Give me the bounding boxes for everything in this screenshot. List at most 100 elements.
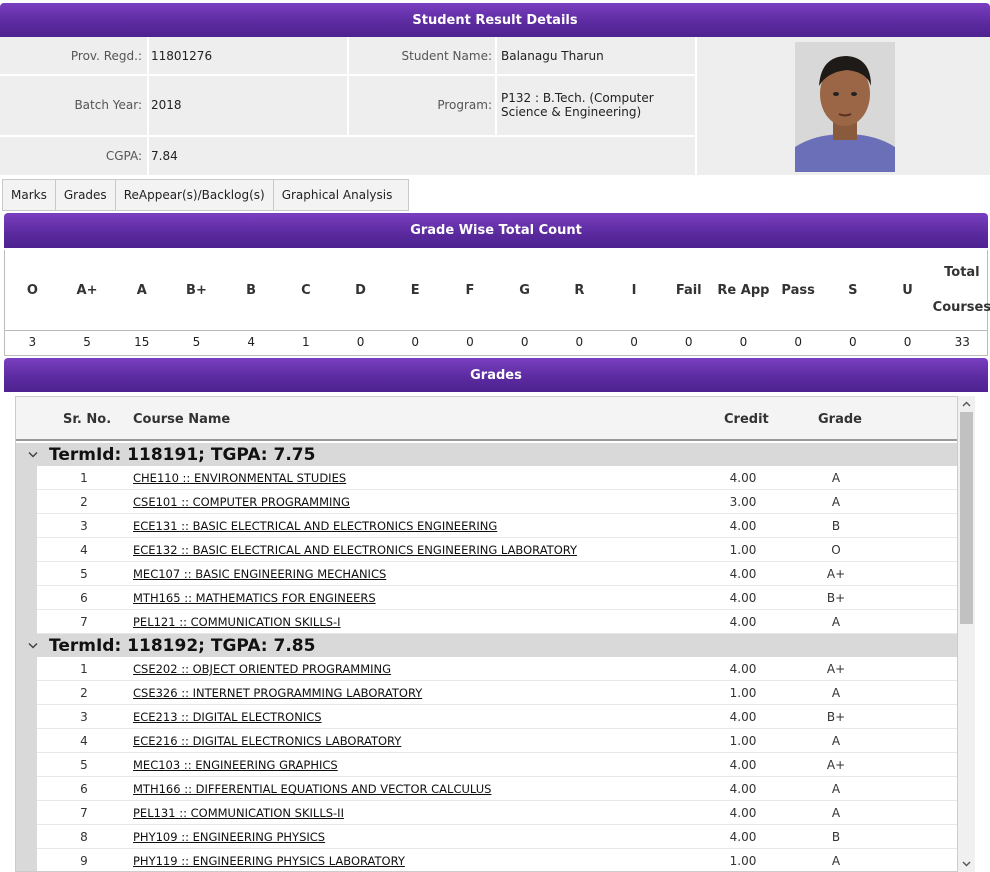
course-link[interactable]: MTH166 :: DIFFERENTIAL EQUATIONS AND VEC… bbox=[133, 777, 491, 801]
course-link[interactable]: CHE110 :: ENVIRONMENTAL STUDIES bbox=[133, 466, 346, 490]
column-course-name[interactable]: Course Name bbox=[133, 397, 230, 441]
group-indent bbox=[16, 705, 37, 729]
scrollbar-thumb[interactable] bbox=[960, 412, 973, 624]
group-indent bbox=[16, 681, 37, 705]
table-row: 5 MEC107 :: BASIC ENGINEERING MECHANICS 4.… bbox=[16, 562, 957, 586]
course-link[interactable]: PHY109 :: ENGINEERING PHYSICS bbox=[133, 825, 325, 849]
group-indent bbox=[16, 610, 37, 634]
course-link[interactable]: PEL131 :: COMMUNICATION SKILLS-II bbox=[133, 801, 344, 825]
course-link[interactable]: MTH165 :: MATHEMATICS FOR ENGINEERS bbox=[133, 586, 376, 610]
credit-cell: 4.00 bbox=[729, 710, 757, 724]
credit-cell: 4.00 bbox=[729, 806, 757, 820]
course-link[interactable]: PHY119 :: ENGINEERING PHYSICS LABORATORY bbox=[133, 849, 405, 871]
grade-count-value: 5 bbox=[192, 335, 201, 349]
prov-regd-label: Prov. Regd.: bbox=[70, 49, 142, 63]
sr-no-cell: 1 bbox=[80, 662, 88, 676]
grid-scrollbar[interactable] bbox=[958, 396, 975, 872]
grade-count-header: D bbox=[355, 282, 366, 298]
tab-reappear-backlog[interactable]: ReAppear(s)/Backlog(s) bbox=[114, 179, 274, 211]
chevron-up-icon[interactable] bbox=[958, 396, 975, 412]
grade-count-value: 5 bbox=[83, 335, 91, 349]
table-row: 9 PHY119 :: ENGINEERING PHYSICS LABORATOR… bbox=[16, 849, 957, 871]
course-link[interactable]: MEC107 :: BASIC ENGINEERING MECHANICS bbox=[133, 562, 386, 586]
tab-grades[interactable]: Grades bbox=[54, 179, 116, 211]
group-indent bbox=[16, 514, 37, 538]
course-link[interactable]: CSE326 :: INTERNET PROGRAMMING LABORATOR… bbox=[133, 681, 422, 705]
column-credit[interactable]: Credit bbox=[724, 397, 769, 441]
column-sr-no[interactable]: Sr. No. bbox=[63, 397, 111, 441]
group-indent bbox=[16, 490, 37, 514]
credit-cell: 4.00 bbox=[729, 471, 757, 485]
grade-cell: A+ bbox=[826, 758, 846, 772]
term-group-header[interactable]: TermId: 118192; TGPA: 7.85 bbox=[16, 634, 957, 657]
course-link[interactable]: MEC103 :: ENGINEERING GRAPHICS bbox=[133, 753, 338, 777]
group-indent bbox=[16, 586, 37, 610]
tab-graphical-analysis[interactable]: Graphical Analysis bbox=[272, 179, 410, 211]
grade-count-value: 3 bbox=[28, 335, 37, 349]
course-link[interactable]: CSE202 :: OBJECT ORIENTED PROGRAMMING bbox=[133, 657, 391, 681]
table-row: 8 PHY109 :: ENGINEERING PHYSICS 4.00 B bbox=[16, 825, 957, 849]
column-grade[interactable]: Grade bbox=[818, 397, 862, 441]
grade-cell: A bbox=[831, 686, 841, 700]
grade-wise-header: Grade Wise Total Count bbox=[4, 213, 988, 248]
course-link[interactable]: CSE101 :: COMPUTER PROGRAMMING bbox=[133, 490, 350, 514]
credit-cell: 4.00 bbox=[729, 591, 757, 605]
sr-no-cell: 4 bbox=[80, 543, 88, 557]
group-indent bbox=[16, 562, 37, 586]
course-link[interactable]: PEL121 :: COMMUNICATION SKILLS-I bbox=[133, 610, 341, 634]
sr-no-cell: 5 bbox=[80, 567, 88, 581]
course-link[interactable]: ECE216 :: DIGITAL ELECTRONICS LABORATORY bbox=[133, 729, 401, 753]
grade-count-value: 0 bbox=[575, 335, 584, 349]
grade-wise-title: Grade Wise Total Count bbox=[410, 223, 582, 238]
table-row: 1 CHE110 :: ENVIRONMENTAL STUDIES 4.00 A bbox=[16, 466, 957, 490]
credit-cell: 4.00 bbox=[729, 662, 757, 676]
grade-cell: B bbox=[831, 830, 841, 844]
group-indent bbox=[16, 753, 37, 777]
sr-no-cell: 7 bbox=[80, 806, 88, 820]
course-link[interactable]: ECE213 :: DIGITAL ELECTRONICS bbox=[133, 705, 322, 729]
sr-no-cell: 3 bbox=[80, 519, 88, 533]
grade-count-value: 0 bbox=[794, 335, 802, 349]
chevron-down-icon[interactable] bbox=[958, 856, 975, 872]
grade-count-value: 0 bbox=[466, 335, 474, 349]
grade-count-value: 0 bbox=[411, 335, 420, 349]
sr-no-cell: 5 bbox=[80, 758, 88, 772]
grade-count-value: 0 bbox=[849, 335, 857, 349]
grade-count-header: B+ bbox=[186, 282, 207, 298]
grade-cell: A+ bbox=[826, 567, 846, 581]
grade-count-header: F bbox=[465, 282, 475, 298]
grade-cell: A bbox=[831, 471, 841, 485]
grade-count-value: 33 bbox=[954, 335, 970, 349]
grade-count-header: A+ bbox=[76, 282, 98, 298]
grade-cell: B bbox=[831, 519, 841, 533]
credit-cell: 4.00 bbox=[729, 567, 757, 581]
table-row: 6 MTH165 :: MATHEMATICS FOR ENGINEERS 4.00… bbox=[16, 586, 957, 610]
cgpa-value: 7.84 bbox=[151, 149, 178, 163]
course-link[interactable]: ECE132 :: BASIC ELECTRICAL AND ELECTRONI… bbox=[133, 538, 577, 562]
term-group-header[interactable]: TermId: 118191; TGPA: 7.75 bbox=[16, 443, 957, 466]
tab-marks[interactable]: Marks bbox=[2, 179, 56, 211]
divider bbox=[347, 37, 349, 135]
table-row: 7 PEL131 :: COMMUNICATION SKILLS-II 4.00 A bbox=[16, 801, 957, 825]
program-value: P132 : B.Tech. (Computer Science & Engin… bbox=[501, 91, 654, 119]
divider bbox=[0, 135, 695, 137]
grades-grid: Sr. No. Course Name Credit Grade TermId:… bbox=[15, 396, 958, 872]
sr-no-cell: 7 bbox=[80, 615, 88, 629]
grades-header: Grades bbox=[4, 358, 988, 392]
group-indent bbox=[16, 801, 37, 825]
chevron-down-icon[interactable] bbox=[16, 638, 49, 653]
batch-year-label: Batch Year: bbox=[74, 98, 142, 112]
course-link[interactable]: ECE131 :: BASIC ELECTRICAL AND ELECTRONI… bbox=[133, 514, 497, 538]
credit-cell: 3.00 bbox=[729, 495, 757, 509]
sr-no-cell: 2 bbox=[80, 686, 88, 700]
table-row: 7 PEL121 :: COMMUNICATION SKILLS-I 4.00 A bbox=[16, 610, 957, 634]
grades-title: Grades bbox=[470, 367, 522, 383]
table-row: 5 MEC103 :: ENGINEERING GRAPHICS 4.00 A+ bbox=[16, 753, 957, 777]
grade-count-header: E bbox=[410, 282, 420, 298]
term-label: TermId: 118191; TGPA: 7.75 bbox=[49, 444, 316, 465]
table-row: 4 ECE216 :: DIGITAL ELECTRONICS LABORATOR… bbox=[16, 729, 957, 753]
group-indent bbox=[16, 849, 37, 871]
chevron-down-icon[interactable] bbox=[16, 447, 49, 462]
grade-cell: A bbox=[831, 615, 841, 629]
grade-count-value: 0 bbox=[356, 335, 365, 349]
